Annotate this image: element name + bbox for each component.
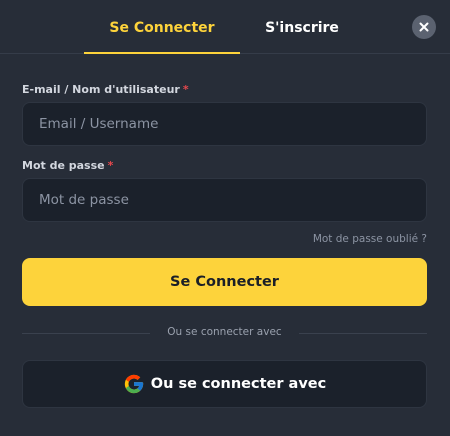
password-label-text: Mot de passe [22,159,105,172]
google-login-button[interactable]: Ou se connecter avec [22,360,427,408]
divider-line-left [22,333,150,334]
divider-line-right [299,333,427,334]
required-marker: * [182,83,189,96]
close-icon [419,22,429,32]
login-button[interactable]: Se Connecter [22,258,427,306]
required-marker: * [107,159,114,172]
divider-text: Ou se connecter avec [167,326,282,338]
password-label: Mot de passe * [22,159,113,172]
email-input[interactable] [22,102,427,146]
email-label: E-mail / Nom d'utilisateur * [22,83,189,96]
close-button[interactable] [412,15,436,39]
email-label-text: E-mail / Nom d'utilisateur [22,83,180,96]
login-modal: Se Connecter S'inscrire E-mail / Nom d'u… [0,0,450,436]
auth-tabs: Se Connecter S'inscrire [0,0,450,54]
forgot-password-link[interactable]: Mot de passe oublié ? [313,233,427,245]
tab-register[interactable]: S'inscrire [254,0,350,54]
tab-login[interactable]: Se Connecter [84,0,240,54]
password-input[interactable] [22,178,427,222]
google-login-label: Ou se connecter avec [150,376,327,392]
google-icon [123,373,145,395]
